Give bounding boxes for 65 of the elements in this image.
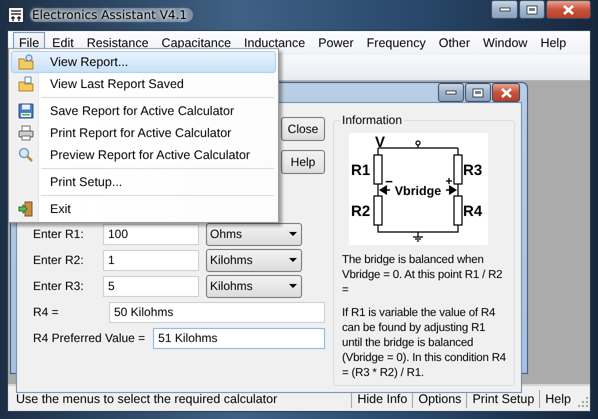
maximize-button[interactable] [519, 0, 545, 19]
status-panel-button[interactable]: Options [412, 390, 466, 408]
field-label: Enter R1: [33, 227, 85, 241]
caret-icon [289, 232, 297, 236]
unit-dropdown[interactable]: Ohms [206, 222, 302, 246]
app-icon [8, 7, 24, 23]
diagram-label: R4 [463, 203, 482, 220]
diagram-label: R2 [351, 203, 370, 220]
menu-item[interactable]: Preview Report for Active Calculator [11, 144, 276, 166]
status-panel-button[interactable]: Help [539, 390, 576, 408]
field-label: R4 Preferred Value = [33, 331, 146, 345]
close-icon [500, 88, 512, 98]
minimize-icon [498, 6, 510, 12]
diagram-label: + [446, 174, 452, 188]
menu-item[interactable]: Print Report for Active Calculator [11, 122, 276, 144]
menu-item[interactable]: Print Setup... [11, 171, 276, 193]
diagram-label: R3 [463, 162, 482, 179]
input-field[interactable]: 5 [103, 276, 199, 296]
calculator-button[interactable]: Close [281, 117, 325, 141]
menu-item[interactable]: Save Report for Active Calculator [11, 100, 276, 122]
menu-item[interactable]: Frequency [360, 32, 432, 54]
folder-icon [18, 54, 34, 70]
group-title: Information [340, 113, 404, 127]
menu-item[interactable]: View Report... [11, 51, 276, 73]
info-paragraph: The bridge is balanced when Vbridge = 0. At this point R1 / R2 = [342, 253, 504, 298]
field-label: Enter R2: [33, 253, 85, 267]
output-field[interactable]: 51 Kilohms [153, 328, 325, 348]
menu-item[interactable]: View Last Report Saved [11, 73, 276, 95]
diagram-label: R1 [351, 162, 370, 179]
minimize-button[interactable] [438, 83, 464, 102]
minimize-button[interactable] [491, 0, 518, 19]
caret-icon [289, 258, 297, 262]
info-paragraph: If R1 is variable the value of R4 can be found by adjusting R1 until the bridge is balanced (Vbridge = 0). In this condition R4 = (R3 * R2) / R1. [342, 306, 506, 381]
status-panel-button[interactable]: Print Setup [466, 390, 540, 408]
menu-item[interactable]: Other [432, 32, 476, 54]
folder-icon [18, 76, 34, 92]
magnifier-icon [18, 147, 34, 163]
output-field[interactable]: 50 Kilohms [109, 302, 325, 322]
menu-item[interactable]: Help [534, 32, 572, 54]
menu-item[interactable]: Window [476, 32, 534, 54]
status-panel-button[interactable]: Hide Info [351, 390, 412, 408]
close-button[interactable] [492, 83, 520, 102]
caret-icon [289, 284, 297, 288]
maximize-icon [472, 88, 484, 98]
unit-dropdown[interactable]: Kilohms [206, 248, 302, 272]
menu-item[interactable]: Power [312, 32, 360, 54]
status-message: Use the menus to select the required calculator [15, 392, 278, 406]
close-icon [562, 4, 575, 14]
calculator-button[interactable]: Help [281, 150, 325, 174]
minimize-icon [445, 90, 457, 96]
diagram-label: Vbridge [394, 184, 442, 198]
input-field[interactable]: 100 [103, 224, 199, 244]
field-label: R4 = [33, 305, 60, 319]
input-field[interactable]: 1 [103, 250, 199, 270]
diagram-label: V [375, 134, 385, 151]
menu-item[interactable]: Exit [11, 198, 276, 220]
resize-grip-icon[interactable] [576, 395, 590, 409]
printer-icon [18, 125, 34, 141]
unit-dropdown[interactable]: Kilohms [206, 274, 302, 298]
field-label: Enter R3: [33, 279, 85, 293]
exit-door-icon [18, 201, 34, 217]
maximize-button[interactable] [465, 83, 491, 102]
close-button[interactable] [546, 0, 591, 19]
maximize-icon [526, 4, 538, 14]
diagram-label: − [385, 174, 393, 189]
